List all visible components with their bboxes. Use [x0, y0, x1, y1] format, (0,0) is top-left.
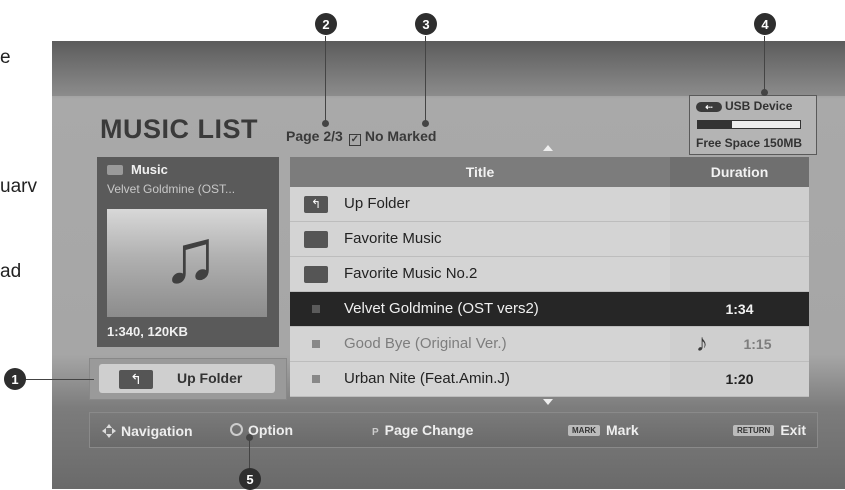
page-change-label: Page Change	[384, 422, 474, 438]
music-folder-icon	[107, 165, 123, 175]
mark-label: Mark	[606, 422, 639, 438]
usb-icon: ⇠	[696, 102, 722, 112]
bottom-help-bar: Navigation Option P Page Change MARK Mark …	[89, 412, 818, 448]
exit-hint[interactable]: RETURN Exit	[733, 422, 806, 438]
callout-marker: 5	[239, 468, 261, 490]
row-title: Urban Nite (Feat.Amin.J)	[344, 370, 510, 387]
music-file-table: Title Duration ↰ Up Folder Favorite Music…	[290, 157, 809, 397]
row-title: Good Bye (Original Ver.)	[344, 335, 507, 352]
page-change-hint[interactable]: P Page Change	[372, 422, 473, 438]
page-indicator: Page 2/3	[286, 128, 343, 144]
track-marker-icon	[312, 340, 320, 348]
row-title: Favorite Music No.2	[344, 265, 478, 282]
storage-usage-fill	[698, 121, 732, 128]
preview-folder-label: Music	[131, 162, 168, 177]
side-text-fragment: ad	[0, 261, 22, 282]
mark-key-icon: MARK	[568, 425, 600, 436]
page-title: MUSIC LIST	[100, 114, 258, 144]
row-title: Velvet Goldmine (OST vers2)	[344, 300, 539, 317]
scroll-down-arrow-icon[interactable]	[543, 399, 553, 405]
preview-file-info: 1:340, 120KB	[107, 324, 188, 339]
option-button-icon	[230, 423, 243, 436]
callout-leader-line	[249, 436, 250, 470]
column-header-title: Title	[465, 164, 495, 180]
side-text-fragment: e	[0, 47, 11, 68]
exit-label: Exit	[780, 422, 807, 438]
scroll-up-arrow-icon[interactable]	[543, 145, 553, 151]
row-duration: 1:34	[725, 301, 754, 317]
preview-track-title: Velvet Goldmine (OST...	[107, 182, 236, 196]
up-folder-button-label: Up Folder	[177, 370, 243, 386]
table-row[interactable]: ↰ Up Folder	[290, 187, 809, 222]
checkbox-icon: ✓	[348, 134, 361, 146]
navigation-label: Navigation	[121, 423, 193, 439]
option-hint[interactable]: Option	[230, 422, 293, 438]
callout-leader-line	[20, 379, 94, 380]
option-label: Option	[248, 422, 294, 438]
music-note-icon: ♫	[162, 214, 219, 299]
callout-marker: 3	[415, 13, 437, 35]
table-row[interactable]: Favorite Music	[290, 222, 809, 257]
preview-panel: Music Velvet Goldmine (OST... ♫ 1:340, 1…	[97, 157, 279, 347]
album-art: ♫	[107, 209, 267, 317]
storage-usage-bar	[697, 120, 801, 129]
usb-device-panel: ⇠ USB Device Free Space 150MB	[689, 95, 817, 155]
callout-leader-line	[325, 36, 326, 122]
callout-leader-line	[764, 36, 765, 92]
table-row[interactable]: Favorite Music No.2	[290, 257, 809, 292]
callout-leader-dot	[761, 89, 768, 96]
callout-leader-dot	[246, 434, 253, 441]
callout-marker: 1	[4, 368, 26, 390]
navigation-hint: Navigation	[102, 422, 193, 439]
column-header-duration: Duration	[670, 157, 809, 187]
callout-marker: 2	[315, 13, 337, 35]
page-status: Page 2/3 ✓ No Marked	[286, 128, 437, 146]
usb-device-label: USB Device	[725, 99, 793, 113]
table-row-selected[interactable]: Velvet Goldmine (OST vers2) 1:34	[290, 292, 809, 327]
navigation-arrows-icon	[102, 424, 116, 438]
callout-marker: 4	[754, 13, 776, 35]
row-duration: 1:15	[743, 336, 772, 352]
up-folder-button[interactable]: ↰ Up Folder	[89, 358, 287, 400]
row-duration: 1:20	[725, 371, 754, 387]
row-title: Favorite Music	[344, 230, 442, 247]
table-row[interactable]: Urban Nite (Feat.Amin.J) 1:20	[290, 362, 809, 397]
track-marker-icon	[312, 375, 320, 383]
screen-top-band	[52, 41, 845, 96]
row-title: Up Folder	[344, 195, 410, 212]
callout-leader-dot	[322, 120, 329, 127]
callout-leader-dot	[422, 120, 429, 127]
folder-icon	[304, 266, 328, 283]
up-folder-icon: ↰	[304, 196, 328, 213]
track-marker-icon	[312, 305, 320, 313]
folder-icon	[304, 231, 328, 248]
mark-hint[interactable]: MARK Mark	[568, 422, 639, 438]
callout-leader-line	[425, 36, 426, 122]
return-key-icon: RETURN	[733, 425, 775, 436]
marked-status: No Marked	[364, 128, 437, 144]
up-folder-icon: ↰	[119, 370, 153, 389]
free-space-text: Free Space 150MB	[696, 136, 803, 150]
table-row[interactable]: Good Bye (Original Ver.) ♪ 1:15	[290, 327, 809, 362]
page-key-icon: P	[372, 427, 379, 438]
table-header: Title Duration	[290, 157, 809, 187]
side-text-fragment: uarv	[0, 176, 37, 197]
